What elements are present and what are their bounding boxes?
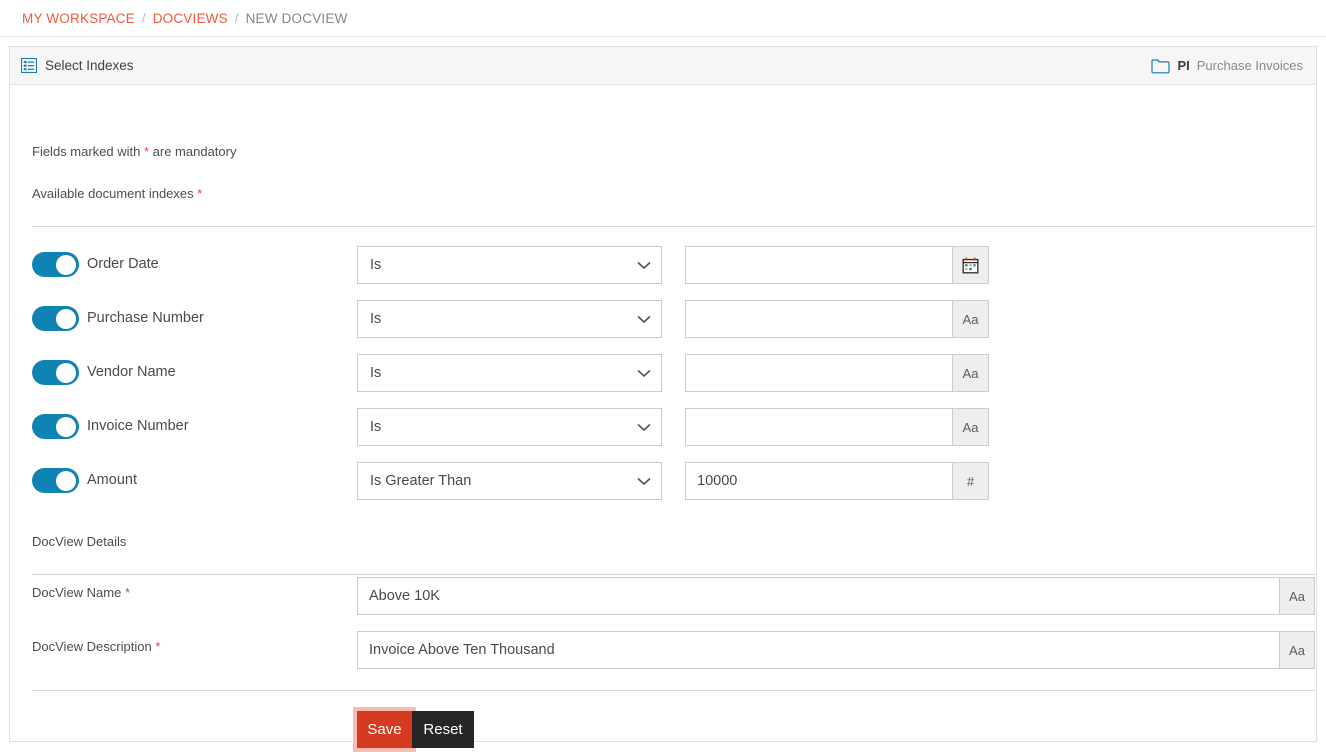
operator-select-amount[interactable]: Is Greater Than bbox=[357, 462, 662, 500]
index-row-purchase-number: Purchase Number Is Aa bbox=[10, 300, 1316, 338]
toggle-amount[interactable] bbox=[32, 468, 79, 493]
operator-value-amount: Is Greater Than bbox=[370, 473, 472, 489]
index-row-amount: Amount Is Greater Than # bbox=[10, 462, 1316, 500]
invoice-number-value-input[interactable] bbox=[685, 408, 952, 446]
select-indexes-panel: Select Indexes PI Purchase Invoices Fiel… bbox=[9, 46, 1317, 748]
chevron-down-icon bbox=[637, 261, 651, 270]
breadcrumb-separator: / bbox=[141, 10, 146, 26]
docview-name-group: Aa bbox=[357, 577, 1315, 615]
available-indexes-label-text: Available document indexes bbox=[32, 186, 194, 201]
docview-description-group: Aa bbox=[357, 631, 1315, 669]
value-group-purchase-number: Aa bbox=[685, 300, 989, 338]
docview-description-label-text: DocView Description bbox=[32, 639, 152, 654]
docview-description-star: * bbox=[155, 639, 161, 654]
mandatory-note: Fields marked with * are mandatory bbox=[32, 144, 236, 159]
chevron-down-icon bbox=[637, 477, 651, 486]
chevron-down-icon bbox=[637, 369, 651, 378]
breadcrumb-item-my-workspace[interactable]: MY WORKSPACE bbox=[22, 11, 135, 26]
available-indexes-star: * bbox=[197, 186, 203, 201]
operator-select-purchase-number[interactable]: Is bbox=[357, 300, 662, 338]
text-type-icon[interactable]: Aa bbox=[1279, 631, 1315, 669]
index-row-order-date: Order Date Is bbox=[10, 246, 1316, 284]
breadcrumb-item-new-docview: NEW DOCVIEW bbox=[245, 10, 348, 26]
docview-name-star: * bbox=[124, 585, 131, 600]
docview-details-label: DocView Details bbox=[32, 534, 127, 549]
text-type-icon[interactable]: Aa bbox=[952, 408, 989, 446]
toggle-knob bbox=[56, 416, 76, 437]
chevron-down-icon bbox=[637, 315, 651, 324]
folder-icon bbox=[1151, 58, 1171, 74]
value-group-invoice-number: Aa bbox=[685, 408, 989, 446]
operator-value-vendor-name: Is bbox=[370, 365, 382, 381]
mandatory-note-prefix: Fields marked with bbox=[32, 144, 144, 159]
folder-code: PI bbox=[1177, 58, 1190, 73]
calendar-icon[interactable] bbox=[952, 246, 989, 284]
value-group-order-date bbox=[685, 246, 989, 284]
index-row-invoice-number: Invoice Number Is Aa bbox=[10, 408, 1316, 446]
index-label-invoice-number: Invoice Number bbox=[87, 418, 189, 434]
toggle-vendor-name[interactable] bbox=[32, 360, 79, 385]
toggle-knob bbox=[56, 254, 76, 275]
panel-header-left: Select Indexes bbox=[21, 58, 134, 73]
value-group-amount: # bbox=[685, 462, 989, 500]
docview-name-label-text: DocView Name bbox=[32, 585, 122, 600]
toggle-knob bbox=[56, 470, 76, 491]
toggle-knob bbox=[56, 362, 76, 383]
chevron-down-icon bbox=[637, 423, 651, 432]
index-label-vendor-name: Vendor Name bbox=[87, 364, 176, 380]
order-date-value-input[interactable] bbox=[685, 246, 952, 284]
panel-title: Select Indexes bbox=[45, 58, 134, 73]
toggle-purchase-number[interactable] bbox=[32, 306, 79, 331]
panel-header: Select Indexes PI Purchase Invoices bbox=[10, 47, 1316, 85]
breadcrumb-separator: / bbox=[234, 10, 239, 26]
text-type-icon[interactable]: Aa bbox=[952, 300, 989, 338]
docview-description-label: DocView Description * bbox=[32, 639, 160, 654]
indexes-divider bbox=[32, 226, 1315, 227]
operator-select-invoice-number[interactable]: Is bbox=[357, 408, 662, 446]
reset-button[interactable]: Reset bbox=[412, 711, 474, 748]
value-group-vendor-name: Aa bbox=[685, 354, 989, 392]
docview-name-input[interactable] bbox=[357, 577, 1279, 615]
docview-name-label: DocView Name * bbox=[32, 585, 130, 600]
save-button[interactable]: Save bbox=[357, 711, 412, 748]
toggle-order-date[interactable] bbox=[32, 252, 79, 277]
operator-value-invoice-number: Is bbox=[370, 419, 382, 435]
amount-value-input[interactable] bbox=[685, 462, 952, 500]
details-divider bbox=[32, 574, 1315, 575]
available-indexes-label: Available document indexes * bbox=[32, 186, 202, 201]
breadcrumb-item-docviews[interactable]: DOCVIEWS bbox=[153, 11, 228, 26]
text-type-icon[interactable]: Aa bbox=[952, 354, 989, 392]
folder-name: Purchase Invoices bbox=[1196, 58, 1303, 73]
purchase-number-value-input[interactable] bbox=[685, 300, 952, 338]
vendor-name-value-input[interactable] bbox=[685, 354, 952, 392]
number-type-icon[interactable]: # bbox=[952, 462, 989, 500]
docview-description-input[interactable] bbox=[357, 631, 1279, 669]
index-label-amount: Amount bbox=[87, 472, 137, 488]
text-type-icon[interactable]: Aa bbox=[1279, 577, 1315, 615]
panel-body: Fields marked with * are mandatory Avail… bbox=[10, 85, 1316, 748]
index-label-purchase-number: Purchase Number bbox=[87, 310, 204, 326]
index-label-order-date: Order Date bbox=[87, 256, 159, 272]
actions-divider bbox=[32, 690, 1315, 691]
list-indexes-icon bbox=[21, 58, 37, 73]
operator-select-order-date[interactable]: Is bbox=[357, 246, 662, 284]
toggle-invoice-number[interactable] bbox=[32, 414, 79, 439]
panel-header-right: PI Purchase Invoices bbox=[1151, 58, 1303, 74]
mandatory-note-suffix: are mandatory bbox=[149, 144, 237, 159]
toggle-knob bbox=[56, 308, 76, 329]
operator-value-purchase-number: Is bbox=[370, 311, 382, 327]
operator-value-order-date: Is bbox=[370, 257, 382, 273]
operator-select-vendor-name[interactable]: Is bbox=[357, 354, 662, 392]
index-row-vendor-name: Vendor Name Is Aa bbox=[10, 354, 1316, 392]
breadcrumb: MY WORKSPACE / DOCVIEWS / NEW DOCVIEW bbox=[0, 0, 1326, 37]
